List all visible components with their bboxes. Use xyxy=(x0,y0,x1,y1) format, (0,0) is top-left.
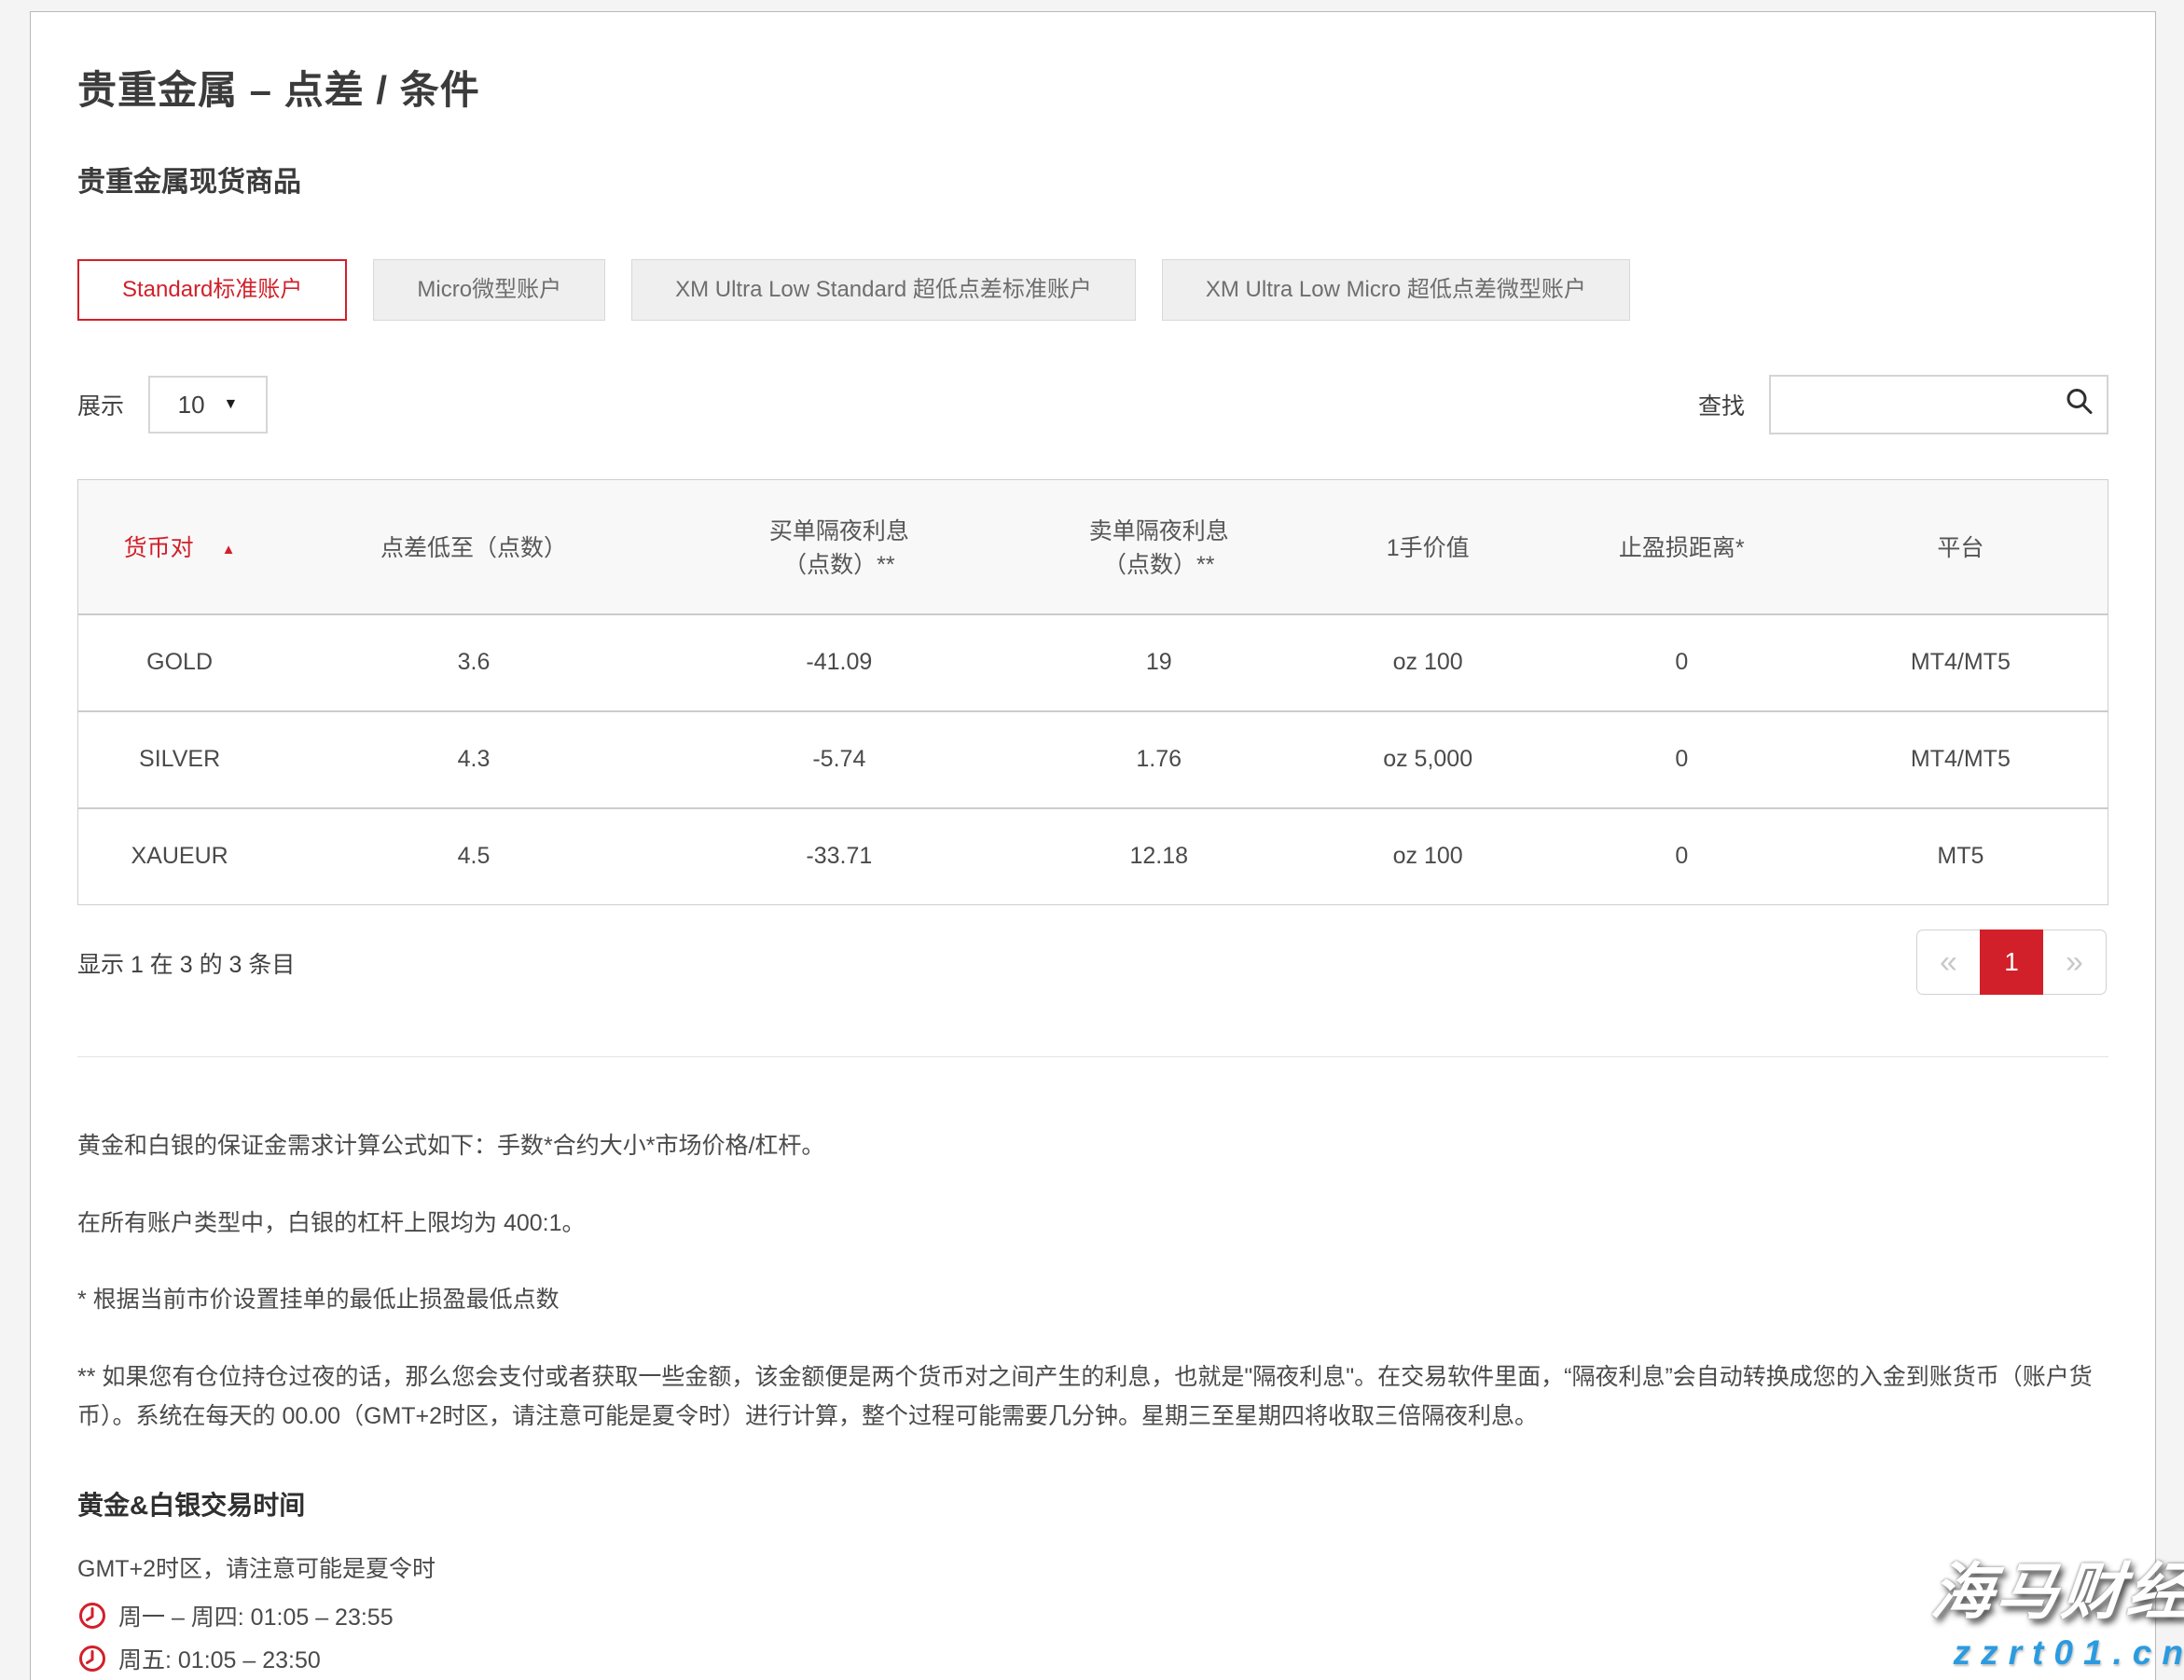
table-cell: 4.3 xyxy=(281,711,667,808)
table-cell: 19 xyxy=(1012,614,1306,711)
table-cell: XAUEUR xyxy=(78,808,282,905)
table-cell: -41.09 xyxy=(667,614,1012,711)
table-row: SILVER4.3-5.741.76oz 5,0000MT4/MT5 xyxy=(78,711,2108,808)
note-paragraph: 在所有账户类型中，白银的杠杆上限均为 400:1。 xyxy=(77,1204,2108,1244)
timezone-note: GMT+2时区，请注意可能是夏令时 xyxy=(77,1550,2108,1584)
content-card: 贵重金属 – 点差 / 条件 贵重金属现货商品 Standard标准账户 Micr… xyxy=(30,11,2156,1680)
table-cell: 1.76 xyxy=(1012,711,1306,808)
search-icon[interactable] xyxy=(2064,386,2095,424)
tab-micro[interactable]: Micro微型账户 xyxy=(373,259,605,321)
table-cell: 12.18 xyxy=(1012,808,1306,905)
column-header: 止盈损距离* xyxy=(1550,480,1814,614)
column-header: 卖单隔夜利息 （点数）** xyxy=(1012,480,1306,614)
table-cell: oz 5,000 xyxy=(1306,711,1550,808)
trading-hours-text: 周一 – 周四: 01:05 – 23:55 xyxy=(118,1599,394,1632)
trading-hours-line: 周五: 01:05 – 23:50 xyxy=(77,1642,2108,1675)
table-header-row: 货币对▲点差低至（点数）买单隔夜利息 （点数）**卖单隔夜利息 （点数）**1手… xyxy=(78,480,2108,614)
tab-ultra-low-micro[interactable]: XM Ultra Low Micro 超低点差微型账户 xyxy=(1162,259,1630,321)
table-cell: SILVER xyxy=(78,711,282,808)
spreads-table: 货币对▲点差低至（点数）买单隔夜利息 （点数）**卖单隔夜利息 （点数）**1手… xyxy=(77,479,2108,905)
search-label: 查找 xyxy=(1698,388,1745,421)
clock-icon xyxy=(77,1601,107,1631)
tab-ultra-low-standard[interactable]: XM Ultra Low Standard 超低点差标准账户 xyxy=(631,259,1136,321)
show-entries-label: 展示 xyxy=(77,388,124,421)
pagination-page-1-button[interactable]: 1 xyxy=(1980,930,2043,995)
table-cell: 0 xyxy=(1550,808,1814,905)
table-cell: 0 xyxy=(1550,711,1814,808)
pagination-next-button[interactable]: » xyxy=(2043,930,2107,995)
column-header: 点差低至（点数） xyxy=(281,480,667,614)
table-cell: MT4/MT5 xyxy=(1814,614,2108,711)
show-entries-group: 展示 10 ▼ xyxy=(77,376,268,434)
account-tabs: Standard标准账户 Micro微型账户 XM Ultra Low Standa… xyxy=(77,259,2108,321)
table-cell: MT5 xyxy=(1814,808,2108,905)
showing-entries-text: 显示 1 在 3 的 3 条目 xyxy=(77,930,295,980)
trading-hours-line: 周一 – 周四: 01:05 – 23:55 xyxy=(77,1599,2108,1632)
table-row: GOLD3.6-41.0919oz 1000MT4/MT5 xyxy=(78,614,2108,711)
table-cell: 4.5 xyxy=(281,808,667,905)
table-cell: GOLD xyxy=(78,614,282,711)
sort-asc-icon: ▲ xyxy=(222,542,236,558)
table-cell: 0 xyxy=(1550,614,1814,711)
trading-hours-schedule: 周一 – 周四: 01:05 – 23:55 周五: 01:05 – 23:50 xyxy=(77,1599,2108,1675)
note-paragraph: 黄金和白银的保证金需求计算公式如下：手数*合约大小*市场价格/杠杆。 xyxy=(77,1126,2108,1166)
table-body: GOLD3.6-41.0919oz 1000MT4/MT5SILVER4.3-5… xyxy=(78,614,2108,905)
column-header: 买单隔夜利息 （点数）** xyxy=(667,480,1012,614)
table-cell: oz 100 xyxy=(1306,614,1550,711)
table-cell: -33.71 xyxy=(667,808,1012,905)
trading-hours-text: 周五: 01:05 – 23:50 xyxy=(118,1642,321,1675)
pagination-prev-button[interactable]: « xyxy=(1916,930,1980,995)
tab-standard[interactable]: Standard标准账户 xyxy=(77,259,347,321)
table-cell: 3.6 xyxy=(281,614,667,711)
note-paragraph: * 根据当前市价设置挂单的最低止损盈最低点数 xyxy=(77,1280,2108,1320)
table-cell: oz 100 xyxy=(1306,808,1550,905)
section-divider xyxy=(77,1056,2108,1057)
column-header: 平台 xyxy=(1814,480,2108,614)
table-cell: MT4/MT5 xyxy=(1814,711,2108,808)
page-title: 贵重金属 – 点差 / 条件 xyxy=(77,59,2108,116)
column-header[interactable]: 货币对▲ xyxy=(78,480,282,614)
column-header: 1手价值 xyxy=(1306,480,1550,614)
chevron-down-icon: ▼ xyxy=(224,396,239,413)
show-entries-value: 10 xyxy=(178,391,205,420)
trading-hours-heading: 黄金&白银交易时间 xyxy=(77,1485,2108,1522)
table-cell: -5.74 xyxy=(667,711,1012,808)
search-box xyxy=(1769,375,2108,434)
table-row: XAUEUR4.5-33.7112.18oz 1000MT5 xyxy=(78,808,2108,905)
page-subtitle: 贵重金属现货商品 xyxy=(77,158,2108,200)
notes-section: 黄金和白银的保证金需求计算公式如下：手数*合约大小*市场价格/杠杆。在所有账户类… xyxy=(77,1126,2108,1437)
table-controls: 展示 10 ▼ 查找 xyxy=(77,375,2108,434)
show-entries-select[interactable]: 10 ▼ xyxy=(148,376,268,434)
table-footer: 显示 1 在 3 的 3 条目 « 1 » xyxy=(77,930,2108,995)
search-group: 查找 xyxy=(1698,375,2108,434)
note-paragraph: ** 如果您有仓位持仓过夜的话，那么您会支付或者获取一些金额，该金额便是两个货币… xyxy=(77,1357,2108,1437)
search-input[interactable] xyxy=(1771,377,2107,433)
clock-icon xyxy=(77,1644,107,1673)
pagination: « 1 » xyxy=(1916,930,2107,995)
